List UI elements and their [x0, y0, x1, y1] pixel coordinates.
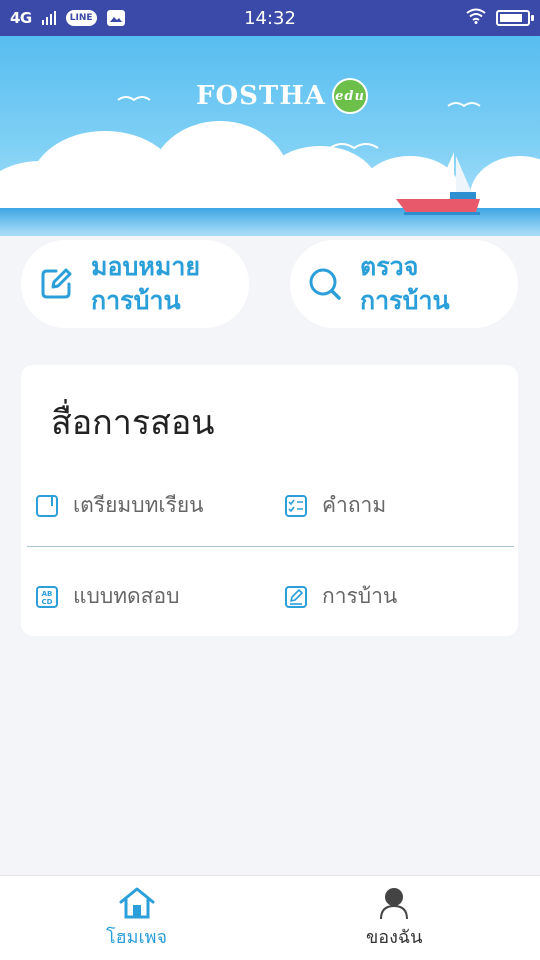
battery-icon — [496, 10, 534, 26]
signal-icon — [41, 11, 56, 25]
user-icon — [380, 888, 409, 920]
status-bar: 4G LINE 14:32 — [0, 0, 540, 36]
homework-edit-icon — [285, 585, 307, 608]
questions-item[interactable]: คำถาม — [284, 489, 386, 522]
search-icon — [309, 268, 341, 300]
assign-homework-label: มอบหมาย การบ้าน — [91, 250, 200, 318]
svg-text:CD: CD — [42, 598, 53, 606]
nav-home-label: โฮมเพจ — [106, 927, 168, 948]
assign-line2: การบ้าน — [91, 286, 181, 315]
homework-label: การบ้าน — [322, 584, 398, 608]
logo-text: FOSTHA — [196, 81, 326, 111]
homework-item[interactable]: การบ้าน — [284, 580, 397, 613]
nav-home[interactable]: โฮมเพจ — [106, 886, 167, 951]
checklist-icon — [285, 494, 307, 517]
questions-label: คำถาม — [322, 493, 387, 517]
home-icon — [119, 887, 155, 919]
check-homework-label: ตรวจ การบ้าน — [360, 250, 450, 318]
check-line1: ตรวจ — [360, 252, 419, 281]
svg-text:AB: AB — [42, 590, 53, 598]
wifi-icon — [466, 8, 486, 29]
image-notification-icon — [106, 10, 125, 26]
card-title: สื่อการสอน — [51, 403, 215, 443]
edit-icon — [41, 268, 72, 299]
nav-me[interactable]: ของฉัน — [366, 886, 422, 951]
nav-me-label: ของฉัน — [366, 927, 423, 948]
check-line2: การบ้าน — [360, 286, 450, 315]
line-app-icon: LINE — [65, 10, 97, 26]
teaching-materials-card: สื่อการสอน เตรียมบทเรียน คำถาม AB CD แบบ… — [21, 365, 518, 636]
network-indicator: 4G — [10, 9, 32, 27]
assign-line1: มอบหมาย — [91, 252, 201, 281]
bottom-nav: โฮมเพจ ของฉัน — [0, 875, 540, 960]
logo-badge: edu — [331, 78, 368, 114]
sailboat-icon — [396, 152, 480, 215]
assign-homework-button[interactable]: มอบหมาย การบ้าน — [21, 240, 249, 328]
lesson-plan-item[interactable]: เตรียมบทเรียน — [35, 489, 204, 522]
card-divider — [27, 546, 514, 547]
check-homework-button[interactable]: ตรวจ การบ้าน — [290, 240, 518, 328]
abcd-quiz-icon: AB CD — [36, 585, 58, 608]
status-left: 4G LINE — [10, 9, 466, 27]
hero-banner: FOSTHA edu — [0, 36, 540, 236]
status-right — [466, 8, 534, 29]
lesson-plan-icon — [36, 494, 58, 517]
quiz-label: แบบทดสอบ — [73, 584, 180, 608]
quiz-item[interactable]: AB CD แบบทดสอบ — [35, 580, 179, 613]
battery-fill — [500, 14, 522, 22]
lesson-plan-label: เตรียมบทเรียน — [73, 493, 204, 517]
app-logo: FOSTHA edu — [196, 78, 368, 114]
